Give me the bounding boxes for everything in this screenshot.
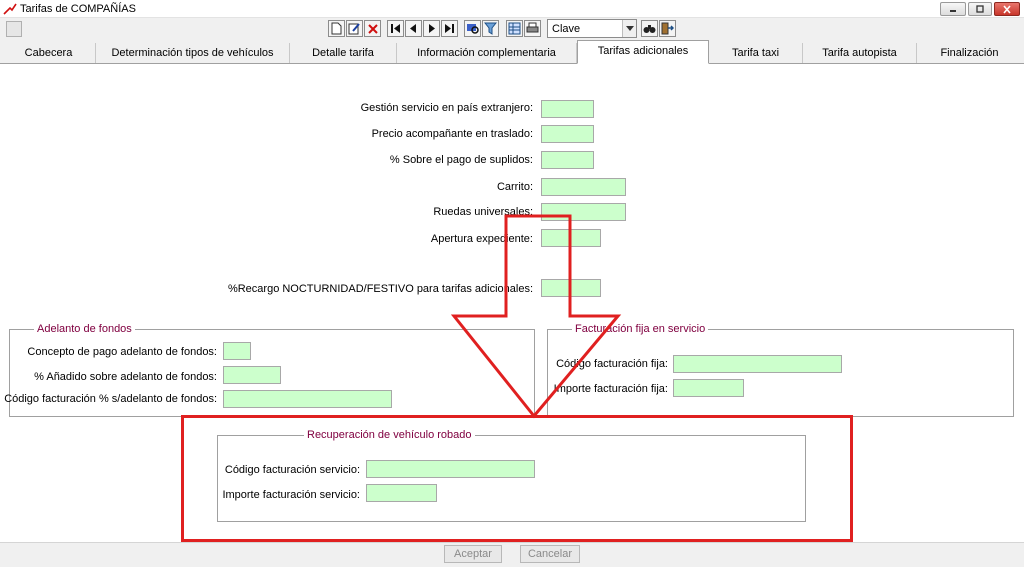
exit-icon	[661, 22, 674, 35]
new-icon	[331, 22, 342, 35]
last-record-button[interactable]	[441, 20, 458, 37]
toolbar: Clave	[0, 18, 1024, 40]
close-button[interactable]	[994, 2, 1020, 16]
codigo-adelanto-label: Código facturación % s/adelanto de fondo…	[4, 393, 217, 405]
prev-icon	[410, 24, 416, 33]
annotation-highlight-box	[181, 415, 853, 542]
last-icon	[445, 24, 454, 33]
tab-detalle[interactable]: Detalle tarifa	[290, 43, 397, 63]
sobre-label: % Sobre el pago de suplidos:	[389, 154, 533, 166]
tab-bar: Cabecera Determinación tipos de vehículo…	[0, 40, 1024, 64]
title-bar: Tarifas de COMPAÑÍAS	[0, 0, 1024, 18]
carrito-input[interactable]	[541, 178, 626, 196]
codigo-fija-input[interactable]	[673, 355, 842, 373]
gestion-input[interactable]	[541, 100, 594, 118]
anadido-input[interactable]	[223, 366, 281, 384]
sort-key-value: Clave	[552, 23, 581, 35]
search-icon	[467, 24, 479, 34]
edit-icon	[348, 23, 360, 35]
binoculars-button[interactable]	[641, 20, 658, 37]
first-icon	[391, 24, 400, 33]
grid-icon	[508, 22, 521, 35]
print-button[interactable]	[524, 20, 541, 37]
tab-cabecera[interactable]: Cabecera	[2, 43, 96, 63]
concepto-label: Concepto de pago adelanto de fondos:	[27, 346, 217, 358]
filter-button[interactable]	[482, 20, 499, 37]
search-button[interactable]	[464, 20, 481, 37]
filter-icon	[484, 22, 497, 35]
tab-tarifa-autopista[interactable]: Tarifa autopista	[803, 43, 917, 63]
cancel-button[interactable]: Cancelar	[520, 545, 580, 563]
combo-dropdown-button[interactable]	[622, 20, 636, 37]
concepto-input[interactable]	[223, 342, 251, 360]
new-button[interactable]	[328, 20, 345, 37]
tab-determinacion[interactable]: Determinación tipos de vehículos	[96, 43, 290, 63]
tab-tarifas-adicionales[interactable]: Tarifas adicionales	[577, 40, 709, 64]
annotation-arrow-icon	[450, 214, 622, 419]
sort-key-select[interactable]: Clave	[547, 19, 637, 38]
codigo-adelanto-input[interactable]	[223, 390, 392, 408]
prev-record-button[interactable]	[405, 20, 422, 37]
restore-icon	[976, 4, 984, 13]
precio-label: Precio acompañante en traslado:	[371, 128, 533, 140]
next-icon	[429, 24, 435, 33]
window-title: Tarifas de COMPAÑÍAS	[20, 3, 136, 15]
app-logo-icon	[3, 3, 17, 15]
minimize-button[interactable]	[940, 2, 966, 16]
minimize-icon	[950, 10, 956, 12]
delete-button[interactable]	[364, 20, 381, 37]
tab-finalizacion[interactable]: Finalización	[917, 43, 1022, 63]
carrito-label: Carrito:	[496, 181, 533, 193]
app-window: Tarifas de COMPAÑÍAS Clave Cabecera Dete…	[0, 0, 1024, 567]
delete-icon	[367, 23, 378, 34]
precio-input[interactable]	[541, 125, 594, 143]
first-record-button[interactable]	[387, 20, 404, 37]
tab-informacion[interactable]: Información complementaria	[397, 43, 577, 63]
accept-button[interactable]: Aceptar	[444, 545, 502, 563]
grid-button[interactable]	[506, 20, 523, 37]
bottom-bar: Aceptar Cancelar	[0, 542, 1024, 567]
importe-fija-input[interactable]	[673, 379, 744, 397]
adelanto-title: Adelanto de fondos	[34, 323, 135, 335]
next-record-button[interactable]	[423, 20, 440, 37]
tab-tarifa-taxi[interactable]: Tarifa taxi	[709, 43, 803, 63]
maximize-button[interactable]	[968, 2, 992, 16]
binoculars-icon	[643, 25, 656, 33]
gestion-label: Gestión servicio en país extranjero:	[360, 102, 533, 114]
exit-button[interactable]	[659, 20, 676, 37]
anadido-label: % Añadido sobre adelanto de fondos:	[34, 371, 217, 383]
chevron-down-icon	[625, 26, 634, 31]
sobre-input[interactable]	[541, 151, 594, 169]
edit-button[interactable]	[346, 20, 363, 37]
document-list-icon[interactable]	[6, 21, 22, 37]
print-icon	[526, 22, 539, 33]
close-icon	[1003, 4, 1011, 14]
